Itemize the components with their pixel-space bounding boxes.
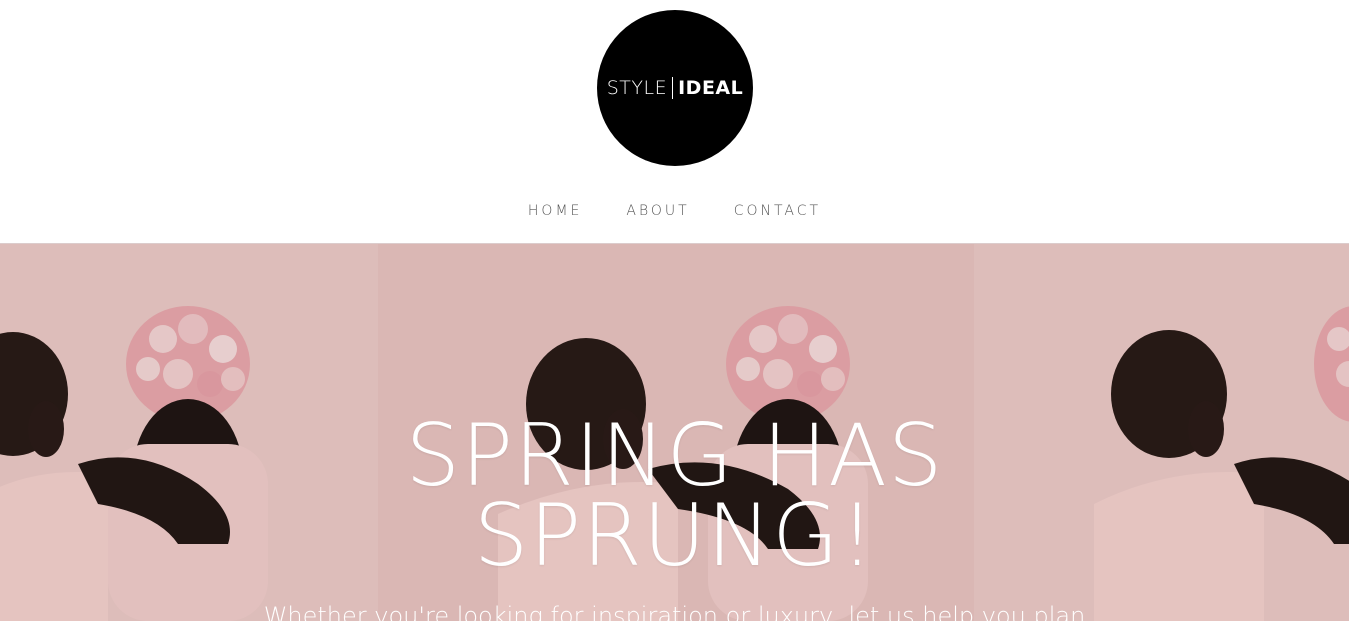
hero-title: SPRING HAS SPRUNG! [0,413,1349,579]
site-logo[interactable]: STYLE IDEAL [597,10,753,166]
nav-contact[interactable]: CONTACT [734,203,821,219]
main-nav: HOME ABOUT CONTACT [0,203,1349,219]
hero-title-line-2: SPRUNG! [473,486,876,586]
logo-text-style: STYLE [606,77,668,99]
site-header: STYLE IDEAL HOME ABOUT CONTACT [0,0,1349,244]
logo-wordmark: STYLE IDEAL [607,77,744,99]
hero-banner: SPRING HAS SPRUNG! Whether you're lookin… [0,244,1349,621]
nav-about[interactable]: ABOUT [626,203,689,219]
hero-subtitle: Whether you're looking for inspiration o… [263,602,1086,621]
nav-home[interactable]: HOME [528,203,582,219]
logo-text-ideal: IDEAL [678,77,744,99]
page: STYLE IDEAL HOME ABOUT CONTACT SPRING HA… [0,0,1349,621]
logo-divider [672,77,674,99]
